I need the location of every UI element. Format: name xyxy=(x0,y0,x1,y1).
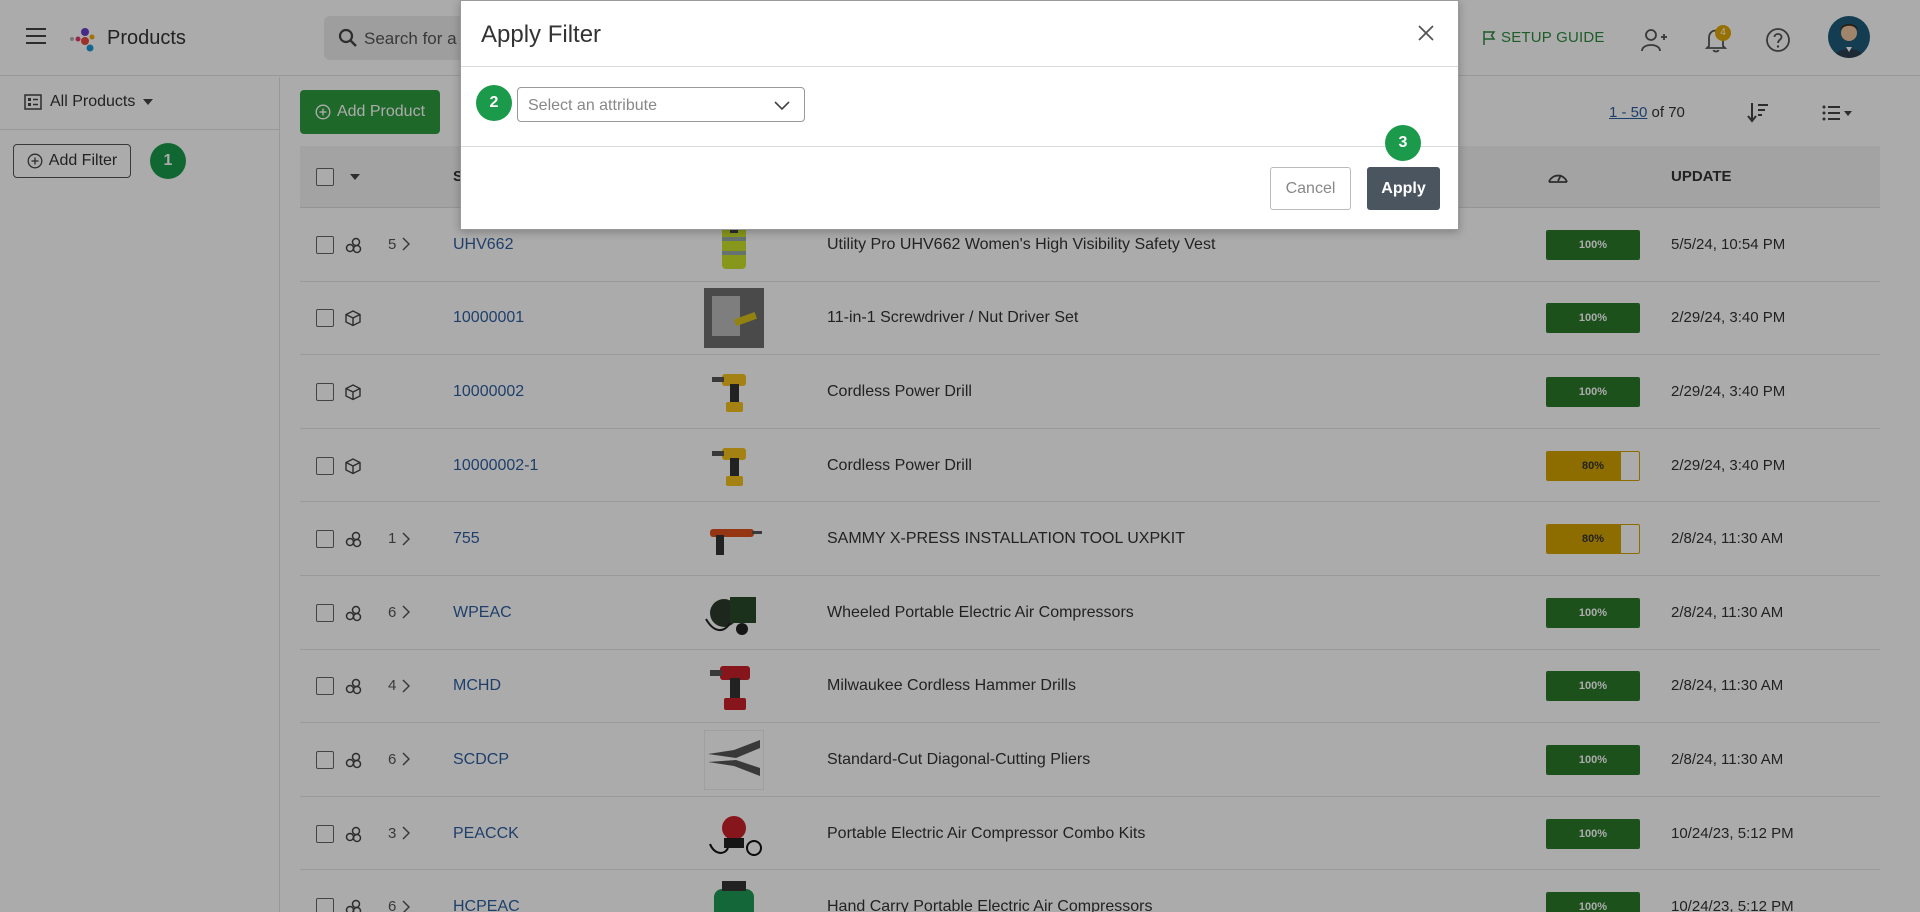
attribute-select[interactable]: Select an attribute xyxy=(517,87,805,122)
attribute-select-placeholder: Select an attribute xyxy=(528,97,657,114)
step-badge-2: 2 xyxy=(476,85,512,121)
apply-filter-dialog: Apply Filter 2 Select an attribute 3 Can… xyxy=(460,0,1459,230)
divider xyxy=(461,146,1458,147)
chevron-down-icon xyxy=(774,101,790,111)
cancel-button[interactable]: Cancel xyxy=(1270,167,1351,210)
apply-button[interactable]: Apply xyxy=(1367,167,1440,210)
dialog-title: Apply Filter xyxy=(481,21,602,48)
step-badge-3: 3 xyxy=(1385,125,1421,161)
divider xyxy=(461,66,1458,67)
close-icon[interactable] xyxy=(1416,23,1436,43)
